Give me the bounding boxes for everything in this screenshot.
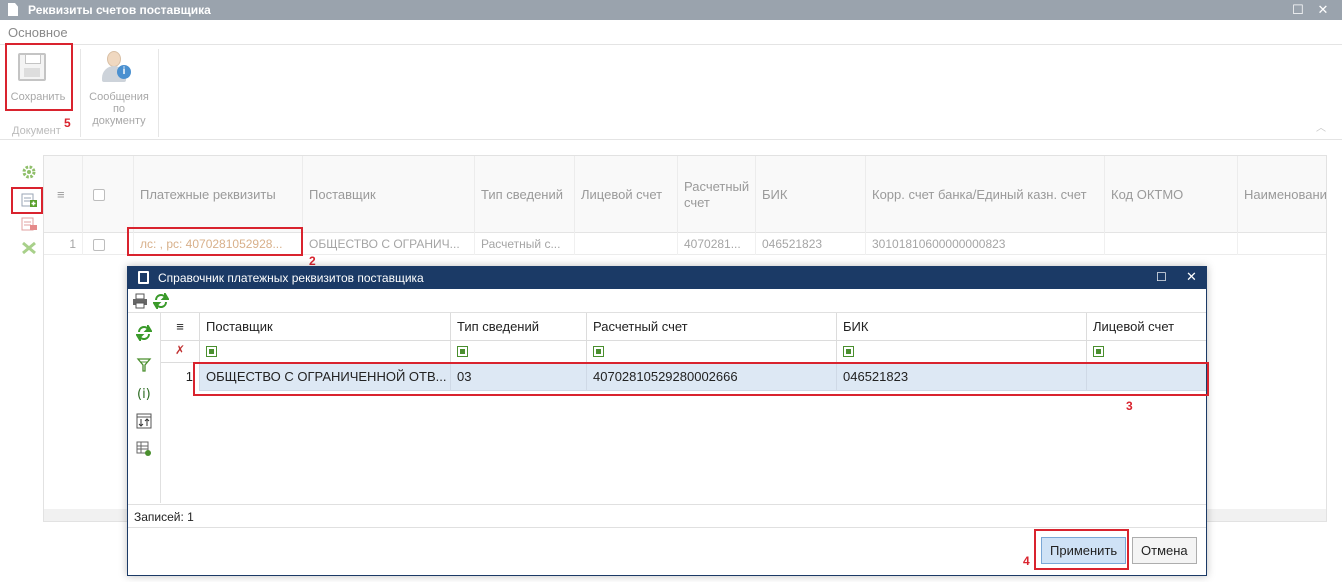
marker-3: 3 — [1126, 399, 1133, 413]
grid-menu-icon[interactable]: ≡ — [161, 313, 200, 341]
marker-4: 4 — [1023, 554, 1030, 568]
highlight-dialog-row — [193, 362, 1209, 396]
col-personal-account[interactable]: Лицевой счет — [575, 156, 678, 233]
dialog-titlebar: Справочник платежных реквизитов поставщи… — [128, 267, 1206, 289]
messages-label-line1: Сообщения по — [89, 91, 149, 115]
filter-bik[interactable] — [837, 341, 1087, 363]
print-icon[interactable] — [132, 293, 148, 309]
dialog-grid: ≡ Поставщик Тип сведений Расчетный счет … — [161, 313, 1206, 503]
col-settlement-account[interactable]: Расчетный счет — [587, 313, 837, 341]
cancel-button[interactable]: Отмена — [1132, 537, 1197, 564]
col-personal-account[interactable]: Лицевой счет — [1087, 313, 1206, 341]
filter-info-type[interactable] — [451, 341, 587, 363]
ribbon-group-label: Документ — [12, 125, 61, 137]
refresh-icon[interactable] — [153, 293, 169, 309]
row-number: 1 — [44, 233, 83, 255]
document-messages-button[interactable]: i Сообщения по документу — [82, 45, 156, 127]
cell-personal-account — [575, 233, 678, 255]
gear-icon[interactable] — [21, 164, 37, 180]
close-icon[interactable]: ✕ — [1314, 1, 1332, 19]
excel-icon[interactable] — [21, 240, 37, 256]
highlight-payment-cell — [127, 227, 303, 256]
book-icon — [138, 271, 149, 284]
grid-menu-icon[interactable]: ≡ — [44, 156, 83, 233]
col-info-type[interactable]: Тип сведений — [451, 313, 587, 341]
records-count: Записей: 1 — [134, 510, 194, 524]
cell-settlement-account: 4070281... — [678, 233, 756, 255]
maximize-icon[interactable]: ☐ — [1156, 270, 1167, 284]
cell-info-type: Расчетный с... — [475, 233, 575, 255]
ribbon-separator — [158, 49, 159, 137]
user-info-icon: i — [100, 51, 131, 83]
col-payment-details[interactable]: Платежные реквизиты — [134, 156, 303, 233]
col-bik[interactable]: БИК — [756, 156, 866, 233]
dialog-title: Справочник платежных реквизитов поставщи… — [158, 271, 424, 285]
highlight-save — [5, 43, 73, 111]
sort-icon[interactable] — [136, 413, 152, 429]
grid-settings-icon[interactable] — [136, 441, 152, 457]
clear-filter-icon[interactable]: ✗ — [161, 341, 200, 363]
grid-header: ≡ Платежные реквизиты Поставщик Тип свед… — [44, 156, 1326, 233]
col-settlement-account[interactable]: Расчетный счет — [678, 156, 756, 233]
delete-row-icon[interactable] — [21, 216, 37, 232]
cell-oktmo — [1105, 233, 1238, 255]
dialog-status-bar: Записей: 1 — [128, 504, 1206, 528]
ribbon: Сохранить i Сообщения по документу Докум… — [0, 44, 1342, 140]
filter-personal-account[interactable] — [1087, 341, 1206, 363]
window-title: Реквизиты счетов поставщика — [28, 3, 211, 17]
filter-icon[interactable] — [136, 357, 152, 373]
col-oktmo[interactable]: Код ОКТМО — [1105, 156, 1238, 233]
highlight-add-row — [11, 187, 43, 214]
cell-corr-account: 30101810600000000823 — [866, 233, 1105, 255]
dialog-toolbar — [128, 289, 1206, 313]
window-titlebar: Реквизиты счетов поставщика ☐ ✕ — [0, 0, 1342, 20]
dialog-side-toolbar: (i) — [128, 313, 161, 503]
cell-name — [1238, 233, 1326, 255]
tab-main[interactable]: Основное — [8, 25, 68, 40]
maximize-icon[interactable]: ☐ — [1289, 1, 1307, 19]
col-corr-account[interactable]: Корр. счет банка/Единый казн. счет — [866, 156, 1105, 233]
svg-text:(i): (i) — [137, 387, 151, 401]
close-icon[interactable]: ✕ — [1186, 269, 1197, 285]
col-bik[interactable]: БИК — [837, 313, 1087, 341]
select-all-checkbox[interactable] — [83, 156, 134, 233]
col-supplier[interactable]: Поставщик — [200, 313, 451, 341]
col-info-type[interactable]: Тип сведений — [475, 156, 575, 233]
filter-settlement-account[interactable] — [587, 341, 837, 363]
ribbon-separator — [80, 49, 81, 137]
cell-supplier: ОБЩЕСТВО С ОГРАНИЧ... — [303, 233, 475, 255]
cell-bik: 046521823 — [756, 233, 866, 255]
info-icon[interactable]: (i) — [136, 385, 152, 401]
messages-label-line2: документу — [92, 115, 146, 127]
refresh-icon[interactable] — [136, 325, 152, 341]
document-icon — [8, 3, 18, 16]
filter-supplier[interactable] — [200, 341, 451, 363]
marker-5: 5 — [64, 116, 71, 130]
col-name[interactable]: Наименовани — [1238, 156, 1326, 233]
col-supplier[interactable]: Поставщик — [303, 156, 475, 233]
highlight-apply-button — [1034, 529, 1129, 570]
collapse-ribbon-icon[interactable]: ︿ — [1316, 119, 1326, 134]
